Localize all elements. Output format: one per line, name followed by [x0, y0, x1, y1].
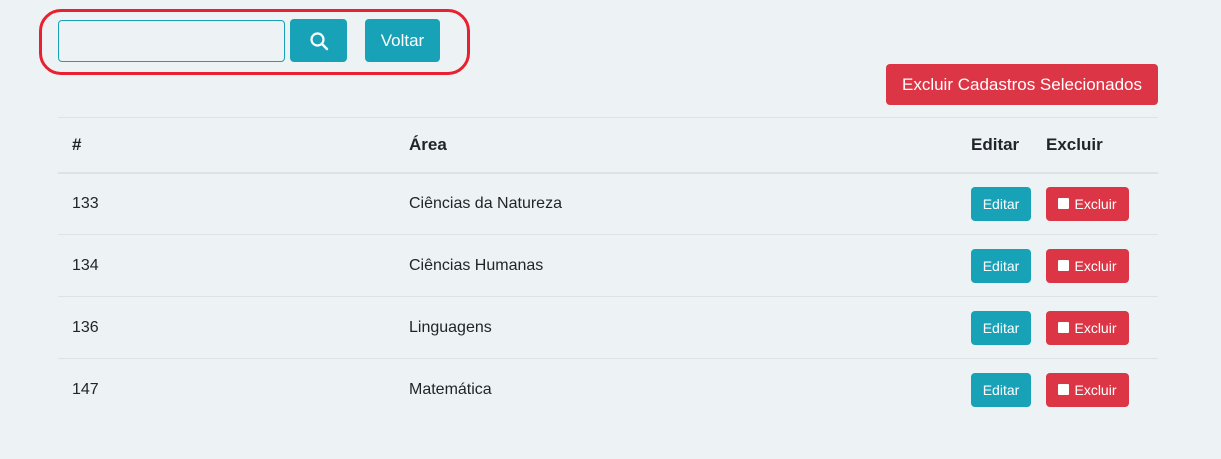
delete-label: Excluir	[1074, 319, 1117, 336]
table-header-row: # Área Editar Excluir	[58, 117, 1158, 173]
delete-button[interactable]: Excluir	[1046, 310, 1129, 345]
row-area: Ciências da Natureza	[409, 194, 562, 212]
table-row: 136 Linguagens Editar Excluir	[58, 297, 1158, 359]
table-row: 134 Ciências Humanas Editar Excluir	[58, 235, 1158, 297]
edit-button[interactable]: Editar	[971, 372, 1031, 407]
delete-selected-button[interactable]: Excluir Cadastros Selecionados	[886, 64, 1158, 105]
search-button[interactable]	[290, 19, 347, 62]
row-area: Ciências Humanas	[409, 256, 544, 274]
search-input[interactable]	[58, 20, 285, 62]
delete-button[interactable]: Excluir	[1046, 372, 1129, 407]
header-edit: Editar	[971, 134, 1020, 154]
header-area: Área	[409, 134, 447, 154]
header-id: #	[72, 134, 82, 154]
delete-label: Excluir	[1074, 195, 1117, 212]
search-icon	[309, 31, 328, 50]
delete-label: Excluir	[1074, 381, 1117, 398]
checkbox[interactable]	[1058, 260, 1070, 271]
checkbox[interactable]	[1058, 384, 1070, 396]
row-id: 147	[72, 380, 99, 398]
edit-button[interactable]: Editar	[971, 310, 1031, 345]
edit-button[interactable]: Editar	[971, 248, 1031, 283]
checkbox[interactable]	[1058, 198, 1070, 210]
table-row: 133 Ciências da Natureza Editar Excluir	[58, 173, 1158, 235]
edit-button[interactable]: Editar	[971, 186, 1031, 221]
row-id: 134	[72, 256, 99, 274]
delete-button[interactable]: Excluir	[1046, 248, 1129, 283]
row-area: Matemática	[409, 380, 492, 398]
delete-label: Excluir	[1074, 257, 1117, 274]
areas-table: # Área Editar Excluir 133 Ciências da Na…	[58, 117, 1158, 421]
row-id: 133	[72, 194, 99, 212]
row-area: Linguagens	[409, 318, 492, 336]
header-delete: Excluir	[1046, 134, 1103, 154]
row-id: 136	[72, 318, 99, 336]
back-button[interactable]: Voltar	[365, 19, 440, 62]
table-row: 147 Matemática Editar Excluir	[58, 359, 1158, 421]
page: Voltar Excluir Cadastros Selecionados # …	[0, 0, 1221, 459]
delete-button[interactable]: Excluir	[1046, 186, 1129, 221]
checkbox[interactable]	[1058, 322, 1070, 333]
